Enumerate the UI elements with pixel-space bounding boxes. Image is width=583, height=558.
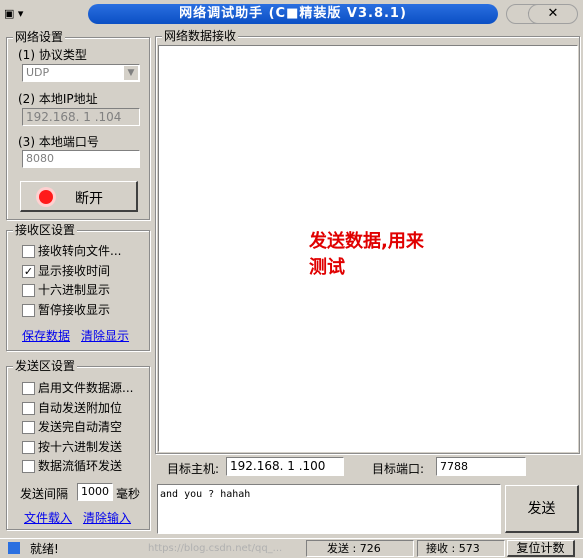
target-port-field[interactable]: 7788 — [436, 457, 526, 476]
send-textarea[interactable]: and you ? hahah — [157, 484, 501, 534]
interval-unit: 毫秒 — [116, 487, 141, 501]
send-button[interactable]: 发送 — [505, 485, 579, 533]
local-port-field[interactable]: 8080 — [22, 150, 140, 168]
received-message-line2: 测试 — [309, 257, 345, 278]
protocol-select[interactable]: UDP ▼ — [22, 64, 140, 82]
checkbox[interactable] — [22, 421, 35, 434]
target-port-label: 目标端口: — [372, 462, 425, 476]
clear-display-link[interactable]: 清除显示 — [81, 327, 129, 344]
checkbox-checked[interactable]: ✓ — [22, 264, 35, 278]
option-label: 按十六进制发送 — [38, 439, 123, 454]
option-label: 发送完自动清空 — [38, 420, 123, 434]
sent-count: 发送 : 726 — [306, 540, 414, 557]
target-host-label: 目标主机: — [167, 462, 220, 476]
load-file-link[interactable]: 文件载入 — [24, 509, 72, 526]
ip-label: (2) 本地IP地址 — [18, 92, 98, 106]
interval-label: 发送间隔 — [20, 487, 69, 501]
ip-field[interactable]: 192.168. 1 .104 — [22, 108, 140, 126]
clear-input-link[interactable]: 清除输入 — [83, 509, 131, 526]
interval-input[interactable]: 1000 — [77, 483, 113, 501]
option-label: 启用文件数据源... — [38, 381, 134, 395]
disconnect-button[interactable]: 断开 — [20, 181, 138, 212]
port-label: (3) 本地端口号 — [18, 135, 99, 149]
app-menu-icon[interactable]: ▣ ▾ — [4, 5, 42, 23]
option-label: 数据流循环发送 — [38, 459, 123, 473]
watermark-text: https://blog.csdn.net/qq_... — [148, 543, 283, 554]
checkbox[interactable] — [22, 460, 35, 473]
group-label: 发送区设置 — [13, 359, 78, 373]
status-led-icon — [39, 190, 53, 204]
checkbox[interactable] — [22, 245, 35, 258]
receive-textarea[interactable]: 发送数据,用来 测试 — [158, 45, 578, 452]
close-icon[interactable]: ✕ — [528, 4, 578, 24]
disconnect-label: 断开 — [75, 191, 103, 207]
target-host-field[interactable]: 192.168. 1 .100 — [226, 457, 344, 476]
window-title: 网络调试助手 (C■精装版 V3.8.1) — [88, 4, 498, 24]
chevron-down-icon[interactable]: ▼ — [124, 66, 138, 80]
status-ready: 就绪! — [30, 542, 59, 556]
checkbox[interactable] — [22, 440, 35, 454]
protocol-label: (1) 协议类型 — [18, 48, 87, 62]
option-label: 十六进制显示 — [38, 283, 111, 297]
checkbox[interactable] — [22, 401, 35, 415]
checkbox[interactable] — [22, 284, 35, 297]
group-label: 网络数据接收 — [162, 29, 239, 43]
option-label: 暂停接收显示 — [38, 302, 111, 317]
group-label: 接收区设置 — [13, 223, 78, 237]
recv-count: 接收 : 573 — [417, 540, 505, 557]
protocol-value: UDP — [26, 66, 50, 79]
checkbox[interactable] — [22, 382, 35, 395]
reset-counter-button[interactable]: 复位计数 — [507, 540, 575, 557]
status-app-icon — [8, 542, 20, 554]
save-data-link[interactable]: 保存数据 — [22, 327, 70, 344]
option-label: 显示接收时间 — [38, 263, 111, 278]
option-label: 自动发送附加位 — [38, 400, 123, 415]
received-message-line1: 发送数据,用来 — [309, 231, 424, 252]
option-label: 接收转向文件... — [38, 244, 122, 258]
checkbox[interactable] — [22, 303, 35, 317]
group-label: 网络设置 — [13, 30, 66, 44]
